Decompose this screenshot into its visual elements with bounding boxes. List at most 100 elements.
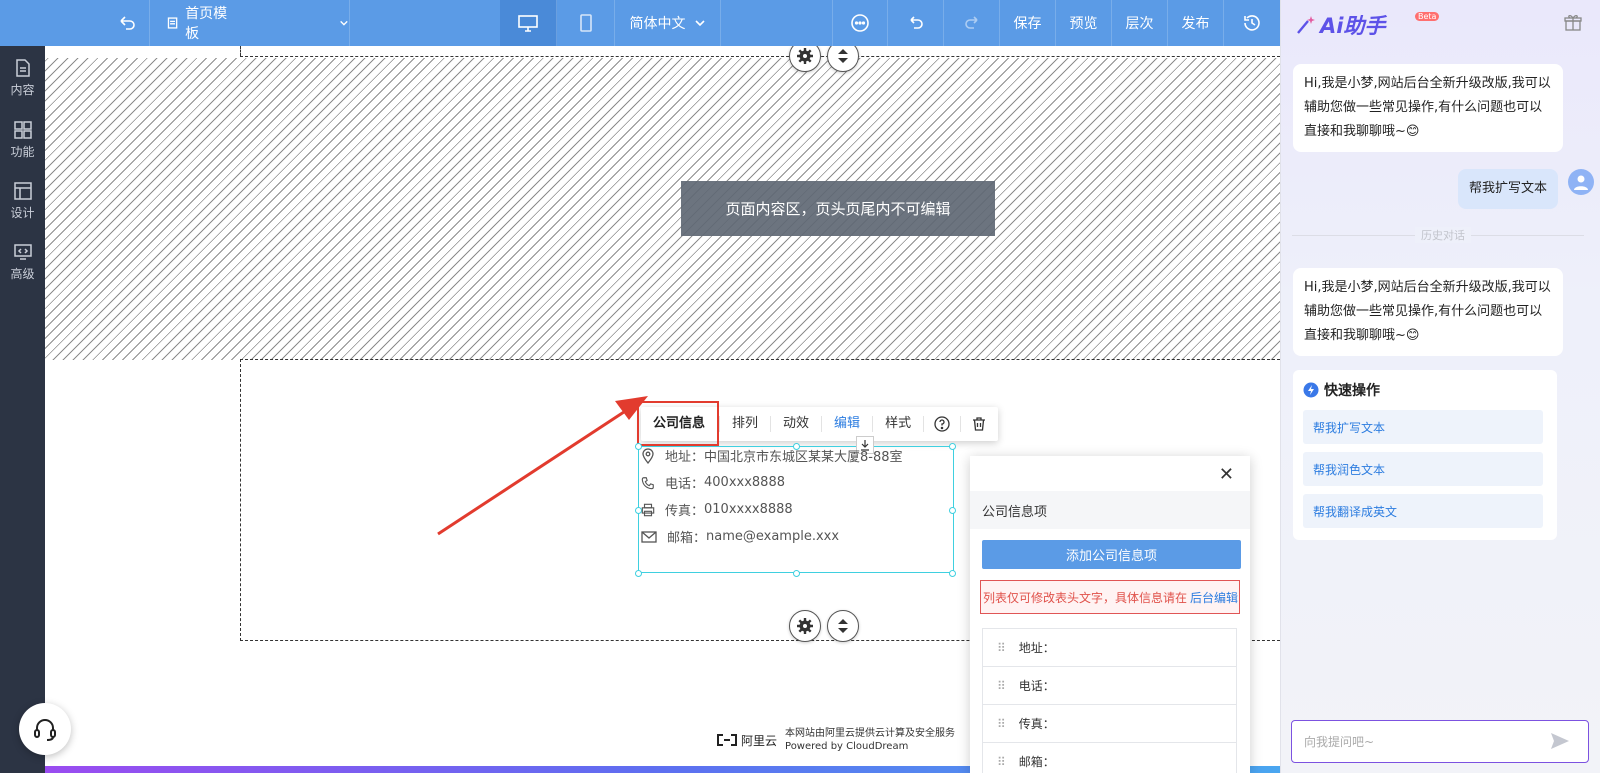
desktop-icon — [518, 15, 538, 32]
section-move-button[interactable] — [827, 610, 859, 642]
footer-line-1: 本网站由阿里云提供云计算及安全服务 — [785, 728, 956, 739]
highlight-box — [637, 401, 719, 446]
fax-row: 传真： 010xxxx8888 — [639, 496, 793, 523]
beta-badge: Beta — [1415, 12, 1440, 21]
user-icon — [1574, 175, 1588, 190]
sidebar-item-content[interactable]: 内容 — [0, 50, 45, 106]
customer-support-button[interactable] — [19, 703, 71, 755]
toolbar-style[interactable]: 样式 — [873, 416, 925, 432]
document-icon — [167, 17, 178, 29]
email-row: 邮箱： name@example.xxx — [639, 523, 839, 550]
redo-icon — [964, 16, 978, 29]
phone-row: 电话： 400xxx8888 — [639, 469, 785, 496]
aliyun-logo: 阿里云 — [716, 732, 777, 749]
phone-label: 电话： — [665, 477, 705, 492]
non-editable-notice: 页面内容区，页头页尾内不可编辑 — [681, 181, 995, 236]
delete-button[interactable] — [961, 416, 997, 432]
more-button[interactable] — [832, 0, 888, 46]
resize-handle[interactable] — [949, 443, 956, 450]
left-sidebar: 内容 功能 设计 高级 — [0, 46, 45, 773]
chevron-down-icon — [340, 20, 348, 26]
list-item-label: 邮箱： — [1018, 755, 1055, 769]
save-button[interactable]: 保存 — [1000, 0, 1056, 46]
layout-icon — [13, 182, 32, 200]
gear-icon — [797, 618, 813, 634]
site-footer: 阿里云 本网站由阿里云提供云计算及安全服务 Powered by CloudDr… — [716, 727, 955, 753]
section-border-left — [240, 46, 241, 56]
section-settings-button[interactable] — [789, 610, 821, 642]
list-item[interactable]: ⠿ 邮箱： — [982, 742, 1237, 773]
template-select[interactable]: 首页模板 — [150, 0, 350, 46]
quick-action-translate[interactable]: 帮我翻译成英文 — [1303, 494, 1543, 528]
address-value: 中国北京市东城区某某大厦8-88室 — [704, 450, 903, 465]
undo-page-button[interactable] — [0, 0, 150, 46]
mobile-view-button[interactable] — [557, 0, 615, 46]
gift-button[interactable] — [1564, 14, 1582, 36]
backend-edit-link[interactable]: 后台编辑 — [1190, 589, 1238, 606]
quick-action-polish[interactable]: 帮我润色文本 — [1303, 452, 1543, 486]
resize-handle[interactable] — [949, 570, 956, 577]
location-icon — [642, 447, 654, 464]
resize-handle[interactable] — [635, 570, 642, 577]
sidebar-item-features[interactable]: 功能 — [0, 112, 45, 168]
undo-button[interactable] — [888, 0, 944, 46]
phone-icon — [641, 476, 654, 489]
toolbar-arrange[interactable]: 排列 — [720, 416, 772, 432]
toolbar-animation[interactable]: 动效 — [771, 416, 823, 432]
aliyun-icon — [717, 734, 737, 746]
sidebar-item-label: 设计 — [10, 206, 35, 220]
drag-handle-icon[interactable]: ⠿ — [997, 641, 1006, 655]
quick-title-text: 快速操作 — [1324, 383, 1380, 399]
help-icon — [934, 416, 950, 432]
chevron-down-icon — [694, 20, 705, 27]
layers-button[interactable]: 层次 — [1112, 0, 1168, 46]
section-border-top — [240, 56, 1280, 57]
drag-handle-icon[interactable]: ⠿ — [997, 679, 1006, 693]
panel-warning: 列表仅可修改表头文字，具体信息请在 后台编辑 — [980, 580, 1240, 614]
language-select[interactable]: 简体中文 — [615, 0, 721, 46]
sort-icon — [838, 49, 848, 63]
address-label: 地址： — [665, 450, 705, 465]
trash-icon — [973, 417, 986, 431]
drag-handle-icon[interactable]: ⠿ — [997, 717, 1006, 731]
template-label: 首页模板 — [185, 6, 228, 42]
quick-action-expand[interactable]: 帮我扩写文本 — [1303, 410, 1543, 444]
desktop-view-button[interactable] — [500, 0, 557, 46]
more-icon — [851, 14, 869, 32]
footer-line-2: Powered by CloudDream — [785, 741, 909, 752]
redo-button[interactable] — [944, 0, 1000, 46]
preview-button[interactable]: 预览 — [1056, 0, 1112, 46]
element-toolbar: 公司信息 排列 动效 编辑 样式 — [637, 401, 998, 446]
top-toolbar: 首页模板 简体中文 保存 预览 层次 发布 — [0, 0, 1280, 46]
add-info-item-button[interactable]: 添加公司信息项 — [982, 540, 1241, 569]
sidebar-item-design[interactable]: 设计 — [0, 173, 45, 229]
list-item[interactable]: ⠿ 电话： — [982, 666, 1237, 705]
resize-handle[interactable] — [793, 570, 800, 577]
magic-wand-icon — [1297, 16, 1315, 34]
mail-icon — [641, 530, 657, 543]
list-item[interactable]: ⠿ 传真： — [982, 704, 1237, 743]
publish-button[interactable]: 发布 — [1168, 0, 1224, 46]
toolbar-edit[interactable]: 编辑 — [822, 416, 874, 432]
resize-handle[interactable] — [949, 507, 956, 514]
code-monitor-icon — [13, 244, 32, 260]
ai-title: Ai助手 — [1320, 14, 1386, 38]
history-icon — [1244, 15, 1260, 31]
send-icon — [1551, 733, 1569, 749]
list-item[interactable]: ⠿ 地址： — [982, 628, 1237, 667]
user-message: 帮我扩写文本 — [1458, 169, 1559, 209]
panel-title: 公司信息项 — [970, 491, 1250, 529]
ai-message-2: Hi,我是小梦,网站后台全新升级改版,我可以辅助您做一些常见操作,有什么问题也可… — [1293, 268, 1563, 356]
send-button[interactable] — [1550, 732, 1570, 754]
company-info-widget[interactable]: 地址： 中国北京市东城区某某大厦8-88室 电话： 400xxx8888 传真：… — [635, 436, 956, 577]
sidebar-item-advanced[interactable]: 高级 — [0, 234, 45, 290]
history-button[interactable] — [1224, 0, 1280, 46]
drag-handle-icon[interactable]: ⠿ — [997, 755, 1006, 769]
footer-lines: 本网站由阿里云提供云计算及安全服务 Powered by CloudDream — [785, 727, 955, 753]
ai-chat-input[interactable]: 向我提问吧~ — [1291, 720, 1589, 763]
quick-actions-card: 快速操作 帮我扩写文本 帮我润色文本 帮我翻译成英文 — [1293, 370, 1557, 540]
email-value: name@example.xxx — [706, 529, 840, 544]
close-icon[interactable]: ✕ — [1219, 464, 1234, 485]
help-button[interactable] — [924, 416, 962, 432]
ai-message-1: Hi,我是小梦,网站后台全新升级改版,我可以辅助您做一些常见操作,有什么问题也可… — [1293, 64, 1563, 152]
